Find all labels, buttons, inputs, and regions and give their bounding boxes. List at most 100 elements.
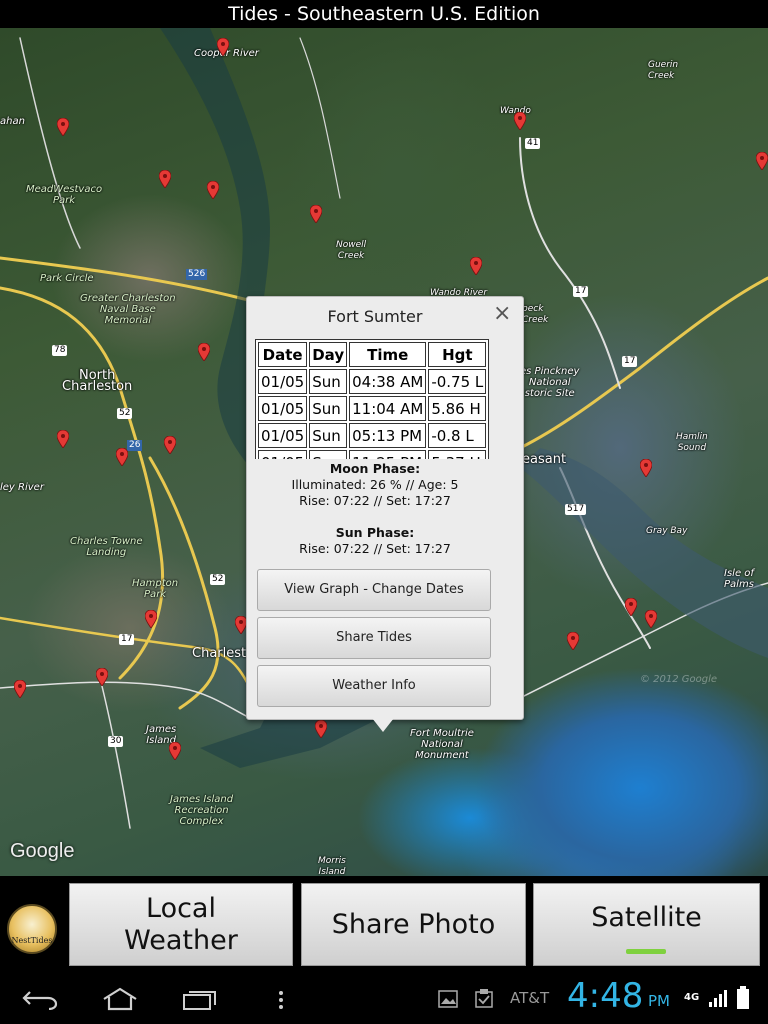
road-shield: 17 <box>119 634 135 645</box>
tide-station-pin[interactable] <box>217 38 229 56</box>
bottom-action-bar: NestTides Local Weather Share Photo Sate… <box>0 876 768 972</box>
tide-station-pin[interactable] <box>756 152 768 170</box>
label-park-circle: Park Circle <box>40 273 94 284</box>
label-charleston: Charlest <box>192 646 247 661</box>
share-photo-label: Share Photo <box>331 908 496 940</box>
carrier-name: AT&T <box>510 989 550 1007</box>
label-meadwestvaco: MeadWestvaco Park <box>26 184 103 206</box>
tide-station-pin[interactable] <box>96 668 108 686</box>
label-pinckney: es Pinckney National storic Site <box>520 366 580 399</box>
cell-day: Sun <box>309 423 348 448</box>
label-james-island-rec: James Island Recreation Complex <box>170 794 234 827</box>
road-shield: 17 <box>573 286 589 297</box>
tide-station-pin[interactable] <box>57 430 69 448</box>
tide-station-pin[interactable] <box>470 257 482 275</box>
road-shield: 52 <box>117 408 133 419</box>
cell-date: 01/05 <box>258 396 308 421</box>
tide-table: Date Day Time Hgt 01/05 Sun 04:38 AM -0.… <box>255 339 490 459</box>
label-charles-towne: Charles Towne Landing <box>70 536 143 558</box>
road-shield: 526 <box>186 269 208 280</box>
station-title: Fort Sumter <box>327 307 423 326</box>
road-shield: 26 <box>127 440 143 451</box>
road-shield: 78 <box>52 345 68 356</box>
cell-height: 5.37 H <box>428 450 487 459</box>
cell-height: -0.75 L <box>428 369 487 394</box>
share-photo-button[interactable]: Share Photo <box>301 883 526 966</box>
label-isle-of-palms: Isle of Palms <box>724 568 754 590</box>
label-hamlin-sound: Hamlin Sound <box>676 432 708 453</box>
moon-phase-heading: Moon Phase: <box>329 461 421 476</box>
map-watermark: © 2012 Google <box>640 674 718 685</box>
label-ahan: ahan <box>0 116 25 127</box>
label-greater-charleston: Greater Charleston Naval Base Memorial <box>80 293 176 326</box>
table-row: 01/05 Sun 04:38 AM -0.75 L <box>258 369 487 394</box>
cell-date: 01/05 <box>258 369 308 394</box>
view-graph-button[interactable]: View Graph - Change Dates <box>257 569 491 611</box>
battery-icon <box>737 986 749 1009</box>
cell-day: Sun <box>309 369 348 394</box>
tide-station-pin[interactable] <box>315 720 327 738</box>
road-shield: 17 <box>622 356 638 367</box>
label-pleasant: easant <box>522 452 567 467</box>
tide-station-pin[interactable] <box>57 118 69 136</box>
back-icon[interactable] <box>22 988 58 1010</box>
share-tides-button[interactable]: Share Tides <box>257 617 491 659</box>
tide-station-pin[interactable] <box>116 448 128 466</box>
label-ley-river: ley River <box>0 482 44 493</box>
weather-info-button[interactable]: Weather Info <box>257 665 491 707</box>
network-type: 4G <box>684 992 700 1003</box>
tide-station-pin[interactable] <box>625 598 637 616</box>
road-shield: 52 <box>210 574 226 585</box>
table-header-row: Date Day Time Hgt <box>258 342 487 367</box>
tide-station-pin[interactable] <box>514 112 526 130</box>
home-icon[interactable] <box>102 987 138 1011</box>
cell-date: 01/05 <box>258 423 308 448</box>
label-gray-bay: Gray Bay <box>646 526 688 536</box>
tide-station-pin[interactable] <box>159 170 171 188</box>
close-icon[interactable]: × <box>493 301 511 326</box>
table-row: 01/05 Sun 11:04 AM 5.86 H <box>258 396 487 421</box>
sun-phase: Sun Phase: Rise: 07:22 // Set: 17:27 <box>247 525 503 557</box>
tide-station-pin[interactable] <box>640 459 652 477</box>
signal-icon <box>709 990 727 1007</box>
sun-rise-set: Rise: 07:22 // Set: 17:27 <box>299 541 451 556</box>
tide-station-pin[interactable] <box>14 680 26 698</box>
table-row: 01/05 Sun 11:25 PM 5.37 H <box>258 450 487 459</box>
satellite-label: Satellite <box>591 902 702 933</box>
system-nav-bar: AT&T 4:48 PM 4G <box>0 972 768 1024</box>
tide-station-pin[interactable] <box>310 205 322 223</box>
cell-day: Sun <box>309 396 348 421</box>
label-morris-island: Morris Island <box>318 856 346 876</box>
local-weather-label: Local Weather <box>124 892 238 956</box>
tide-station-pin[interactable] <box>169 742 181 760</box>
label-guerin-creek: Guerin Creek <box>648 60 679 81</box>
cell-time: 05:13 PM <box>349 423 427 448</box>
label-north-charleston: North Charleston <box>62 368 133 394</box>
app-logo-text: NestTides <box>11 936 53 945</box>
moon-phase: Moon Phase: Illuminated: 26 % // Age: 5 … <box>247 461 503 509</box>
col-header-day: Day <box>309 342 348 367</box>
tide-station-pin[interactable] <box>645 610 657 628</box>
tide-station-pin[interactable] <box>145 610 157 628</box>
tide-station-pin[interactable] <box>567 632 579 650</box>
tide-station-pin[interactable] <box>164 436 176 454</box>
task-notification-icon <box>475 989 493 1008</box>
tide-station-pin[interactable] <box>207 181 219 199</box>
road-shield: 41 <box>525 138 541 149</box>
cell-time: 11:04 AM <box>349 396 427 421</box>
label-peck-creek: peck Creek <box>522 304 549 325</box>
road-shield: 30 <box>108 736 124 747</box>
overflow-menu-icon[interactable] <box>278 990 284 1010</box>
satellite-button[interactable]: Satellite <box>533 883 760 966</box>
sun-phase-heading: Sun Phase: <box>335 525 415 540</box>
recent-apps-icon[interactable] <box>182 988 218 1010</box>
clock-time: 4:48 <box>567 976 644 1016</box>
col-header-time: Time <box>349 342 427 367</box>
app-logo[interactable]: NestTides <box>7 904 57 954</box>
gallery-notification-icon <box>438 990 458 1008</box>
label-fort-moultrie: Fort Moultrie National Monument <box>410 728 474 761</box>
tide-table-scroll[interactable]: Date Day Time Hgt 01/05 Sun 04:38 AM -0.… <box>255 339 495 459</box>
local-weather-button[interactable]: Local Weather <box>69 883 293 966</box>
tide-station-pin[interactable] <box>198 343 210 361</box>
cell-time: 11:25 PM <box>349 450 427 459</box>
